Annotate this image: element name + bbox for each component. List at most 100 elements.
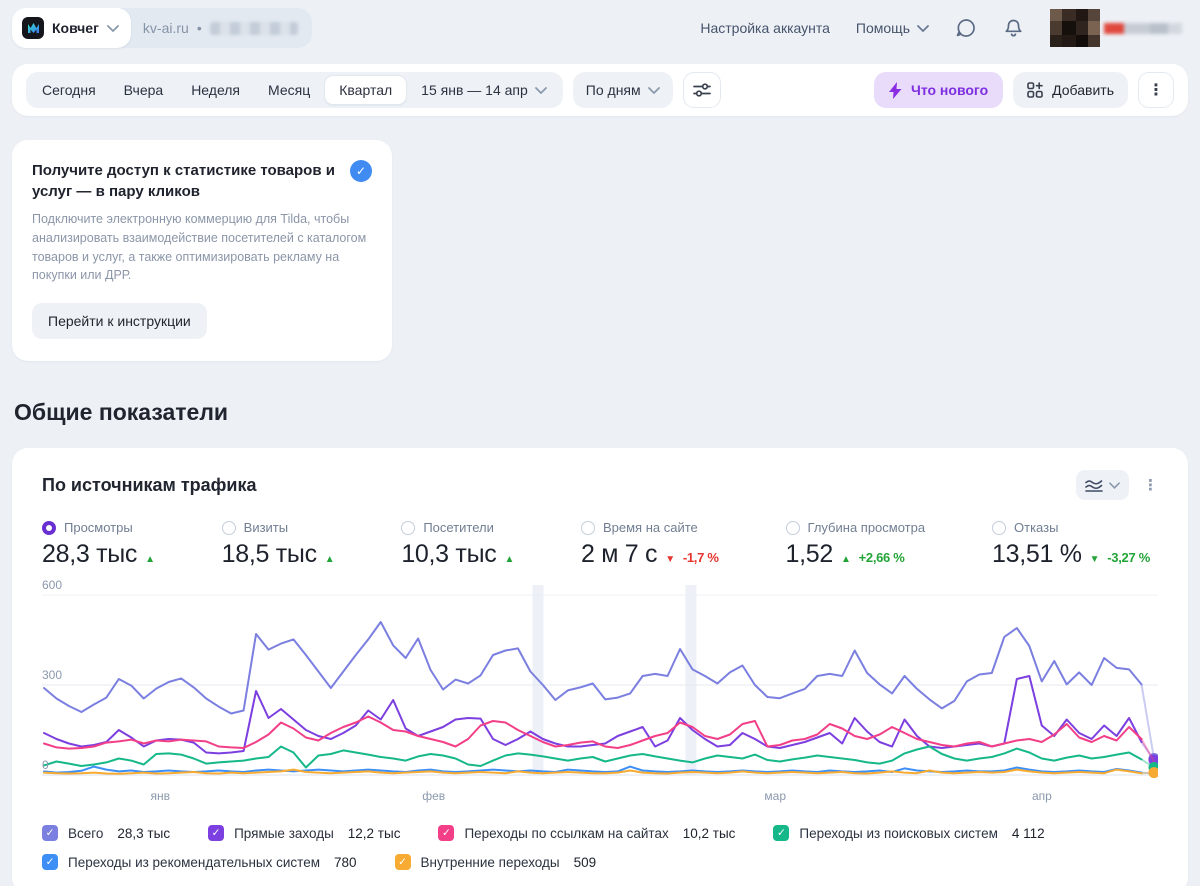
user-avatar[interactable] <box>1050 9 1182 47</box>
checkbox-checked-icon[interactable]: ✓ <box>438 825 455 841</box>
legend-item-total[interactable]: ✓ Всего 28,3 тыс <box>42 825 170 841</box>
y-axis-tick: 0 <box>42 758 49 772</box>
kebab-icon: ⋮ <box>1148 82 1164 99</box>
date-range-selector[interactable]: 15 янв — 14 апр <box>407 82 561 98</box>
help-label: Помощь <box>855 20 910 36</box>
toolbar-left: Сегодня Вчера Неделя Месяц Квартал 15 ян… <box>26 72 721 108</box>
line-chart-icon <box>1085 479 1103 492</box>
legend-value: 10,2 тыс <box>682 825 736 841</box>
filters-button[interactable] <box>682 72 721 108</box>
trend-up-icon: ▲ <box>324 554 335 565</box>
tab-quarter[interactable]: Квартал <box>324 75 408 105</box>
metric-bounce-rate[interactable]: Отказы 13,51 % ▼ -3,27 % <box>992 520 1150 569</box>
tab-week[interactable]: Неделя <box>177 72 254 108</box>
metric-value: 13,51 % <box>992 540 1082 568</box>
checkbox-checked-icon[interactable]: ✓ <box>208 825 225 841</box>
topbar-right: Настройка аккаунта Помощь <box>700 9 1182 47</box>
metric-time-on-site[interactable]: Время на сайте 2 м 7 с ▼ -1,7 % <box>580 520 719 569</box>
legend-value: 28,3 тыс <box>117 825 171 841</box>
tab-yesterday[interactable]: Вчера <box>110 72 178 108</box>
toolbar-more-button[interactable]: ⋮ <box>1138 72 1174 108</box>
trend-up-icon: ▲ <box>840 554 851 565</box>
checkbox-checked-icon[interactable]: ✓ <box>773 825 790 841</box>
checkbox-checked-icon[interactable]: ✓ <box>394 854 411 870</box>
help-menu[interactable]: Помощь <box>856 20 929 36</box>
x-axis-tick: янв <box>150 789 171 803</box>
legend-label: Прямые заходы <box>234 825 334 841</box>
y-axis-tick: 300 <box>42 668 63 682</box>
metric-value: 28,3 тыс <box>42 540 138 568</box>
feedback-chat-icon[interactable] <box>955 17 977 39</box>
metric-label: Визиты <box>243 520 289 535</box>
legend-item-search[interactable]: ✓ Переходы из поисковых систем 4 112 <box>773 825 1045 841</box>
metric-visits[interactable]: Визиты 18,5 тыс ▲ <box>221 520 335 569</box>
chart-type-selector[interactable] <box>1076 470 1129 500</box>
metrica-dashboard: Ковчег kv-ai.ru • Настройка аккаунта Пом… <box>0 0 1200 886</box>
legend-label: Внутренние переходы <box>420 854 560 870</box>
promo-card: Получите доступ к статистике товаров и у… <box>12 140 392 361</box>
counter-site-url[interactable]: kv-ai.ru <box>143 20 189 36</box>
date-range-label: 15 янв — 14 апр <box>421 82 528 98</box>
add-label: Добавить <box>1052 82 1114 98</box>
toolbar-right: Что нового Добавить ⋮ <box>873 72 1174 108</box>
legend-item-recommendation[interactable]: ✓ Переходы из рекомендательных систем 78… <box>42 854 357 870</box>
counter-name: Ковчег <box>52 20 99 36</box>
promo-description: Подключите электронную коммерцию для Til… <box>32 212 367 283</box>
promo-title: Получите доступ к статистике товаров и у… <box>32 162 335 200</box>
metric-label: Глубина просмотра <box>807 520 926 535</box>
period-segmented-control: Сегодня Вчера Неделя Месяц Квартал 15 ян… <box>26 72 563 108</box>
radio-icon[interactable] <box>221 520 236 535</box>
whats-new-button[interactable]: Что нового <box>873 72 1004 108</box>
add-button[interactable]: Добавить <box>1013 72 1128 108</box>
metric-value: 2 м 7 с <box>580 540 658 568</box>
metric-views[interactable]: Просмотры 28,3 тыс ▲ <box>42 520 155 569</box>
x-axis-tick: фев <box>422 789 446 803</box>
tab-month[interactable]: Месяц <box>254 72 324 108</box>
notifications-bell-icon[interactable] <box>1003 17 1024 39</box>
account-settings-label: Настройка аккаунта <box>700 20 830 36</box>
checkbox-checked-icon[interactable]: ✓ <box>42 854 58 870</box>
trend-up-icon: ▲ <box>504 554 515 565</box>
radio-icon[interactable] <box>580 520 595 535</box>
chart-canvas[interactable] <box>42 585 1158 785</box>
traffic-sources-card: По источникам трафика ⋮ Просмотры 28,3 т… <box>12 448 1188 886</box>
whats-new-label: Что нового <box>910 82 989 98</box>
widget-more-button[interactable]: ⋮ <box>1143 478 1158 493</box>
counter-switcher[interactable]: Ковчег kv-ai.ru • <box>12 8 312 48</box>
widget-title: По источникам трафика <box>42 474 257 495</box>
metric-depth[interactable]: Глубина просмотра 1,52 ▲ +2,66 % <box>785 520 926 569</box>
traffic-line-chart[interactable]: 600 300 0 <box>42 578 1158 785</box>
legend-value: 509 <box>573 854 597 870</box>
legend-value: 12,2 тыс <box>347 825 401 841</box>
legend-item-site-links[interactable]: ✓ Переходы по ссылкам на сайтах 10,2 тыс <box>438 825 735 841</box>
redacted-counter-id <box>209 21 298 35</box>
radio-selected-icon[interactable] <box>42 520 56 535</box>
radio-icon[interactable] <box>992 520 1007 535</box>
counter-site: kv-ai.ru • <box>143 20 298 36</box>
tab-today[interactable]: Сегодня <box>28 72 110 108</box>
granularity-selector[interactable]: По дням <box>572 72 673 108</box>
legend-label: Переходы из рекомендательных систем <box>68 854 320 870</box>
legend-item-direct[interactable]: ✓ Прямые заходы 12,2 тыс <box>208 825 400 841</box>
add-widget-icon <box>1027 82 1043 98</box>
promo-instruction-button[interactable]: Перейти к инструкции <box>32 303 207 339</box>
radio-icon[interactable] <box>401 520 416 535</box>
legend-item-internal[interactable]: ✓ Внутренние переходы 509 <box>394 854 597 870</box>
account-settings-link[interactable]: Настройка аккаунта <box>700 20 830 36</box>
metric-label: Отказы <box>1014 520 1059 535</box>
checkbox-checked-icon[interactable]: ✓ <box>42 825 58 841</box>
counter-pill[interactable]: Ковчег <box>12 8 131 48</box>
chart-legend: ✓ Всего 28,3 тыс ✓ Прямые заходы 12,2 ты… <box>42 825 1158 870</box>
legend-value: 780 <box>334 854 357 870</box>
top-header: Ковчег kv-ai.ru • Настройка аккаунта Пом… <box>0 0 1200 56</box>
granularity-label: По дням <box>585 82 641 98</box>
trend-down-icon: ▼ <box>665 554 675 565</box>
legend-label: Переходы по ссылкам на сайтах <box>464 825 669 841</box>
metrics-row: Просмотры 28,3 тыс ▲ Визиты 18,5 тыс ▲ Пос… <box>42 520 1158 569</box>
metric-visitors[interactable]: Посетители 10,3 тыс ▲ <box>401 520 514 569</box>
metric-delta: -1,7 % <box>682 550 719 565</box>
radio-icon[interactable] <box>785 520 800 535</box>
metric-label: Время на сайте <box>602 520 698 535</box>
site-separator: • <box>196 20 202 36</box>
metric-delta: -3,27 % <box>1107 550 1150 565</box>
